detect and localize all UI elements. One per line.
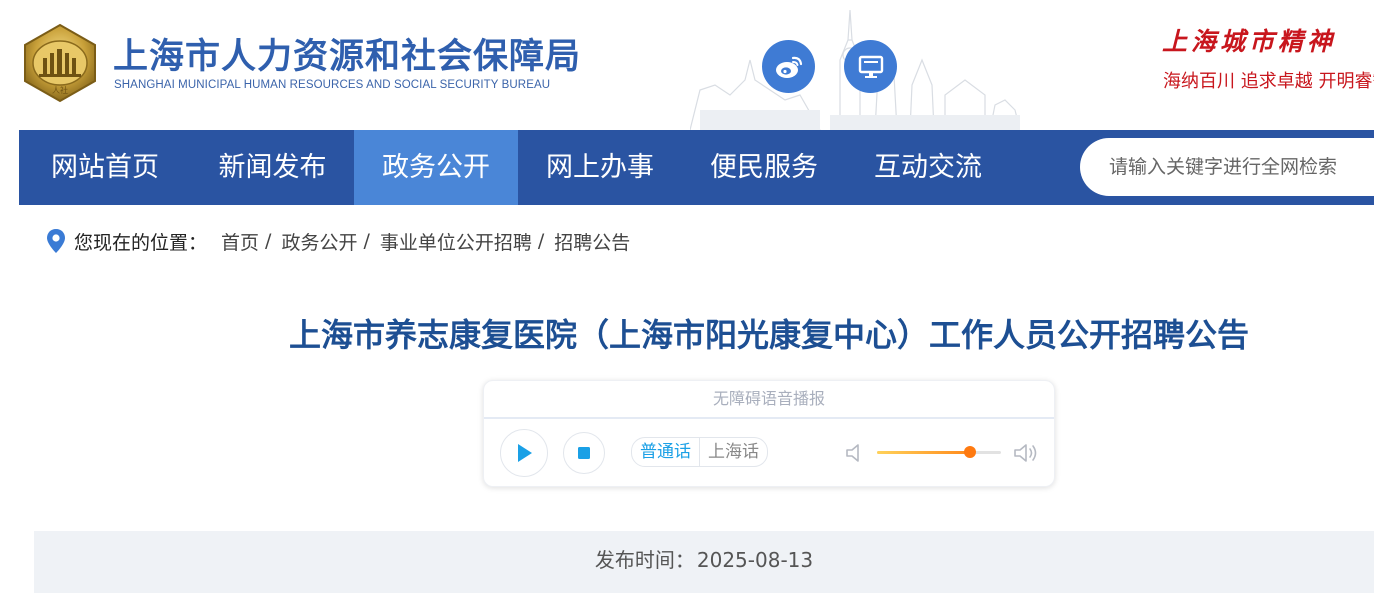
nav-item-home[interactable]: 网站首页 bbox=[19, 130, 191, 205]
volume-high-icon bbox=[1014, 444, 1037, 462]
breadcrumb-institution-recruitment[interactable]: 事业单位公开招聘 bbox=[380, 228, 532, 255]
publish-label: 发布时间： bbox=[594, 548, 695, 572]
weibo-button[interactable] bbox=[762, 40, 815, 93]
article-title: 上海市养志康复医院（上海市阳光康复中心）工作人员公开招聘公告 bbox=[288, 316, 1249, 354]
play-button[interactable] bbox=[500, 429, 548, 477]
breadcrumb-current[interactable]: 招聘公告 bbox=[554, 228, 630, 255]
nav-item-interaction[interactable]: 互动交流 bbox=[846, 130, 1010, 205]
dialect-switch: 普通话 上海话 bbox=[631, 437, 768, 467]
location-pin-icon bbox=[47, 229, 65, 253]
breadcrumb-government-affairs[interactable]: 政务公开 bbox=[281, 228, 357, 255]
publish-info-bar: 发布时间： 2025-08-13 bbox=[34, 531, 1374, 593]
main-nav: 网站首页 新闻发布 政务公开 网上办事 便民服务 互动交流 bbox=[19, 130, 1374, 205]
emblem-text: 人社 bbox=[52, 85, 68, 95]
pc-version-button[interactable] bbox=[844, 40, 897, 93]
accessibility-audio-player: 无障碍语音播报 普通话 上海话 bbox=[483, 380, 1055, 487]
breadcrumb-separator: / bbox=[363, 230, 370, 252]
breadcrumb: 您现在的位置： 首页 / 政务公开 / 事业单位公开招聘 / 招聘公告 bbox=[46, 226, 630, 256]
breadcrumb-label: 您现在的位置： bbox=[74, 231, 208, 254]
city-spirit-slogan: 海纳百川 追求卓越 开明睿智 大气谦和 bbox=[1163, 71, 1374, 92]
breadcrumb-separator: / bbox=[537, 230, 545, 252]
stop-button[interactable] bbox=[563, 432, 605, 474]
nav-item-public-services[interactable]: 便民服务 bbox=[682, 130, 846, 205]
nav-item-government-affairs[interactable]: 政务公开 bbox=[354, 130, 518, 205]
volume-knob[interactable] bbox=[964, 446, 976, 458]
nav-item-news[interactable]: 新闻发布 bbox=[191, 130, 354, 205]
publish-date: 2025-08-13 bbox=[696, 548, 814, 572]
play-icon bbox=[518, 444, 532, 462]
stop-icon bbox=[578, 447, 590, 459]
bureau-emblem: 人社 bbox=[24, 23, 96, 103]
dialect-mandarin[interactable]: 普通话 bbox=[632, 438, 699, 466]
player-title: 无障碍语音播报 bbox=[484, 381, 1054, 419]
brand-name-en: SHANGHAI MUNICIPAL HUMAN RESOURCES AND S… bbox=[114, 79, 551, 91]
brand-name-cn: 上海市人力资源和社会保障局 bbox=[113, 37, 582, 77]
site-header: 人社 上海市人力资源和社会保障局 SHANGHAI MUNICIPAL HUMA… bbox=[0, 0, 1374, 130]
breadcrumb-separator: / bbox=[265, 230, 272, 252]
breadcrumb-home[interactable]: 首页 bbox=[221, 228, 259, 255]
nav-item-online-services[interactable]: 网上办事 bbox=[518, 130, 682, 205]
city-spirit-title: 上海城市精神 bbox=[1162, 27, 1337, 56]
volume-fill bbox=[877, 451, 970, 454]
desktop-icon bbox=[858, 55, 883, 78]
dialect-shanghainese[interactable]: 上海话 bbox=[699, 438, 767, 466]
weibo-icon bbox=[775, 56, 802, 78]
volume-low-icon bbox=[846, 444, 859, 462]
volume-slider[interactable] bbox=[877, 446, 1001, 458]
site-search-input[interactable] bbox=[1080, 138, 1374, 196]
